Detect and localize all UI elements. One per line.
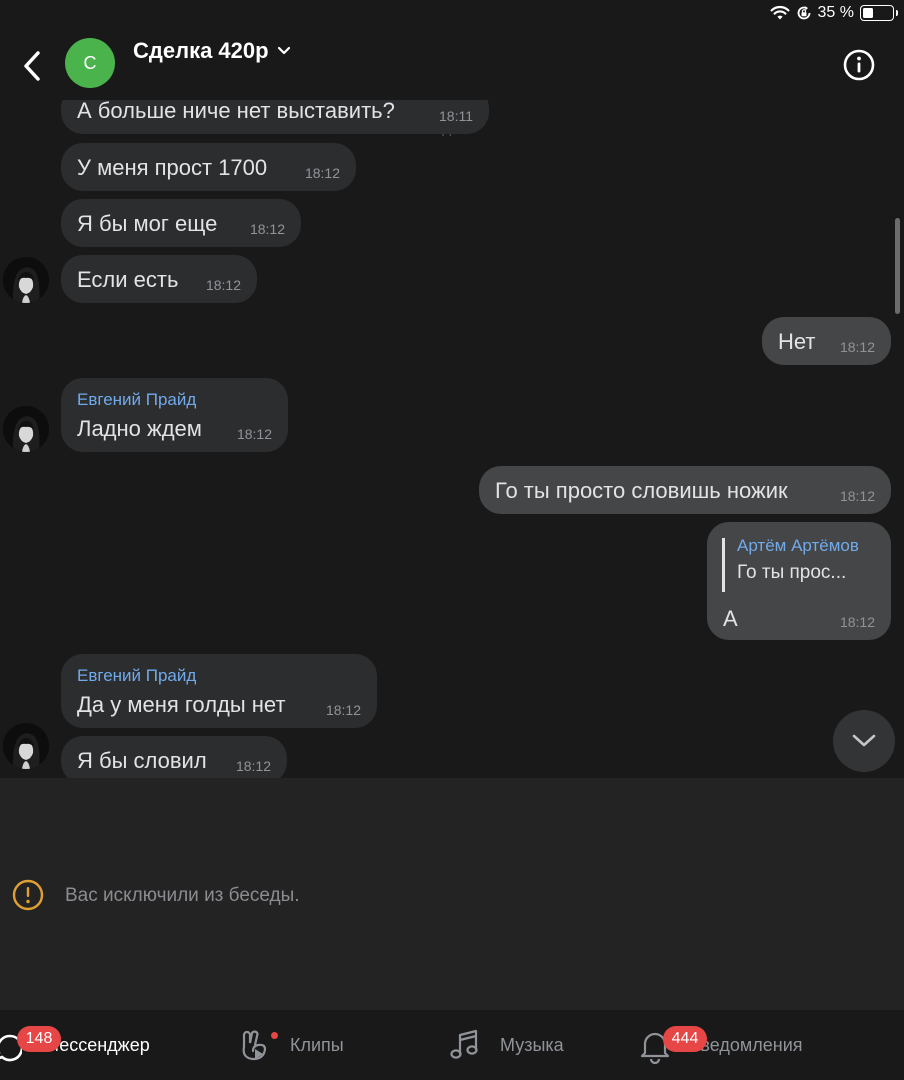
message-bubble[interactable]: У меня прост 1700 18:12 [61, 143, 356, 191]
message-bubble[interactable]: Если есть 18:12 [61, 255, 257, 303]
wifi-icon [770, 5, 790, 20]
message-time: 18:12 [249, 221, 285, 237]
back-button[interactable] [18, 48, 46, 84]
message-text: Я бы словил [77, 748, 207, 773]
chevron-left-icon [24, 51, 40, 81]
scroll-down-button[interactable] [833, 710, 895, 772]
tab-music[interactable]: Музыка [440, 1010, 600, 1080]
avatar-image [3, 723, 49, 769]
chat-avatar[interactable]: С [65, 38, 115, 88]
sender-name[interactable]: Евгений Прайд [77, 666, 196, 686]
tab-notifications[interactable]: Уведомления 444 [630, 1010, 830, 1080]
chat-title[interactable]: Сделка 420р [133, 38, 291, 64]
message-list[interactable]: Сегодня А больше ниче нет выставить? 18:… [0, 100, 904, 778]
avatar-image [3, 257, 49, 303]
rotation-lock-icon [797, 6, 810, 20]
message-time: 18:12 [235, 758, 271, 774]
message-time: 18:12 [839, 614, 875, 630]
unread-badge: 444 [663, 1026, 707, 1052]
message-time: 18:12 [236, 426, 272, 442]
tab-bar: Мессенджер 148 Клипы Музыка Уведомления … [0, 1010, 904, 1080]
avatar-image [3, 406, 49, 452]
message-text: Если есть [77, 267, 179, 292]
tab-messenger[interactable]: Мессенджер 148 [0, 1010, 200, 1080]
message-time: 18:12 [205, 277, 241, 293]
message-time: 18:12 [304, 165, 340, 181]
message-text: Да у меня голды нет [77, 692, 286, 717]
message-bubble-outgoing[interactable]: Го ты просто словишь ножик 18:12 [479, 466, 891, 514]
message-time: 18:11 [439, 108, 473, 124]
reply-author: Артём Артёмов [737, 536, 859, 555]
chat-header: С Сделка 420р [0, 30, 904, 100]
message-text: А больше ниче нет выставить? [77, 100, 395, 123]
sender-name[interactable]: Евгений Прайд [77, 390, 196, 410]
message-bubble-outgoing[interactable]: Артём Артёмов Го ты прос... А 18:12 [707, 522, 891, 640]
avatar[interactable] [3, 257, 49, 303]
message-bubble[interactable]: Я бы мог еще 18:12 [61, 199, 301, 247]
avatar[interactable] [3, 723, 49, 769]
clips-icon [242, 1030, 267, 1061]
tab-label: Клипы [290, 1035, 344, 1055]
new-dot [271, 1032, 278, 1039]
message-text: Я бы мог еще [77, 211, 218, 236]
kicked-notice: Вас исключили из беседы. [65, 885, 300, 906]
chevron-down-icon [277, 46, 290, 55]
status-bar: 35 % [0, 0, 904, 30]
message-text: А [723, 606, 738, 631]
message-bubble[interactable]: А больше ниче нет выставить? 18:11 [61, 100, 489, 134]
message-bubble[interactable]: Я бы словил 18:12 [61, 736, 287, 778]
info-icon[interactable] [842, 48, 876, 82]
message-time: 18:12 [325, 702, 361, 718]
reply-text: Го ты прос... [737, 562, 847, 583]
avatar[interactable] [3, 406, 49, 452]
chevron-down-icon [852, 734, 876, 747]
music-note-icon [450, 1029, 478, 1059]
message-bubble-outgoing[interactable]: Нет 18:12 [762, 317, 891, 365]
scrollbar[interactable] [895, 218, 900, 314]
warning-icon [12, 879, 44, 911]
unread-badge: 148 [17, 1026, 61, 1052]
tab-label: Музыка [500, 1035, 564, 1055]
composer-area: Вас исключили из беседы. [0, 778, 904, 1010]
tab-clips[interactable]: Клипы [230, 1010, 380, 1080]
message-bubble[interactable]: Евгений Прайд Ладно ждем 18:12 [61, 378, 288, 452]
message-bubble[interactable]: Евгений Прайд Да у меня голды нет 18:12 [61, 654, 377, 728]
chat-title-text: Сделка 420р [133, 38, 269, 63]
reply-quote[interactable]: Артём Артёмов Го ты прос... [722, 536, 859, 592]
battery-icon [860, 5, 898, 21]
message-text: Нет [778, 329, 816, 354]
message-text: Го ты просто словишь ножик [495, 478, 788, 503]
battery-percent: 35 % [817, 4, 854, 21]
message-time: 18:12 [839, 488, 875, 504]
message-text: Ладно ждем [77, 416, 202, 441]
message-text: У меня прост 1700 [77, 155, 268, 180]
chat-avatar-letter: С [83, 52, 97, 73]
message-time: 18:12 [839, 339, 875, 355]
